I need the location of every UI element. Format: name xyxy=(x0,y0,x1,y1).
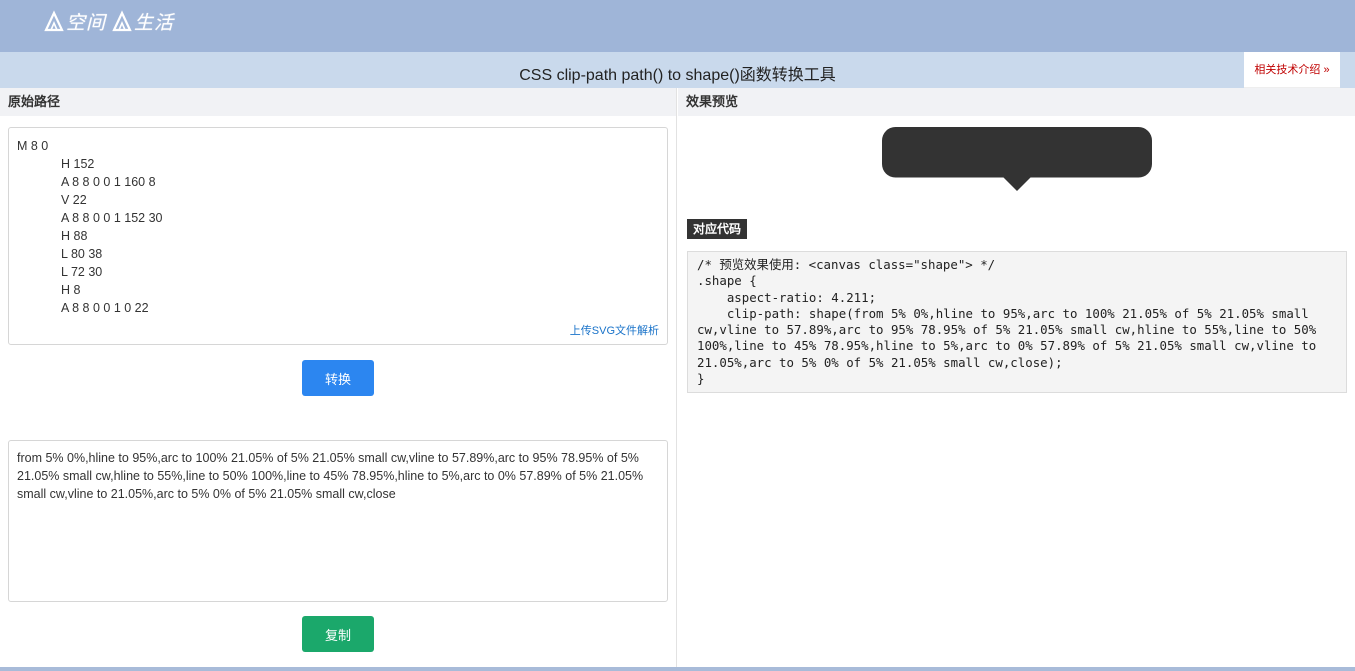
path-line: A 8 8 0 0 1 0 22 xyxy=(61,301,149,315)
logo-house-icon-2 xyxy=(112,10,132,32)
copy-button[interactable]: 复制 xyxy=(302,616,374,652)
page-title: CSS clip-path path() to shape()函数转换工具 xyxy=(519,67,836,84)
logo-text-1: 空间 xyxy=(66,11,107,34)
path-line: L 80 38 xyxy=(61,247,103,261)
top-bar: 空间 生活 xyxy=(0,0,1355,52)
convert-button[interactable]: 转换 xyxy=(302,360,374,396)
path-line: H 88 xyxy=(61,229,88,243)
path-line: M 8 0 xyxy=(17,139,49,153)
source-path-heading: 原始路径 xyxy=(0,88,676,116)
path-line: H 8 xyxy=(61,283,81,297)
code-label: 对应代码 xyxy=(687,219,748,239)
title-bar: CSS clip-path path() to shape()函数转换工具 相关… xyxy=(0,52,1355,88)
logo-text-2: 生活 xyxy=(134,11,175,34)
path-line: V 22 xyxy=(61,193,87,207)
shape-preview xyxy=(882,127,1152,191)
upload-svg-link[interactable]: 上传SVG文件解析 xyxy=(570,322,659,338)
path-input[interactable]: M 8 0 H 152 A 8 8 0 0 1 160 8 V 22 A 8 8 0 0… xyxy=(8,127,668,345)
preview-heading: 效果预览 xyxy=(678,88,1355,116)
tech-intro-link[interactable]: 相关技术介绍 » xyxy=(1244,52,1340,88)
left-panel: 原始路径 M 8 0 H 152 A 8 8 0 0 1 160 8 V 22 A 8 … xyxy=(0,88,677,668)
site-logo[interactable]: 空间 生活 xyxy=(44,8,174,34)
path-line: H 152 xyxy=(61,157,95,171)
right-panel: 效果预览 对应代码 /* 预览效果使用: <canvas class="shap… xyxy=(678,88,1355,668)
path-line: L 72 30 xyxy=(61,265,103,279)
shape-output-field[interactable]: from 5% 0%,hline to 95%,arc to 100% 21.0… xyxy=(8,440,668,602)
path-line: A 8 8 0 0 1 152 30 xyxy=(61,211,163,225)
tooltip-shape-preview xyxy=(882,127,1152,191)
path-line: A 8 8 0 0 1 160 8 xyxy=(61,175,156,189)
bottom-strip xyxy=(0,667,1355,671)
path-input-text: M 8 0 H 152 A 8 8 0 0 1 160 8 V 22 A 8 8 0 0… xyxy=(17,137,162,317)
logo-house-icon xyxy=(44,10,64,32)
css-code-block: /* 预览效果使用: <canvas class="shape"> */ .sh… xyxy=(687,251,1347,393)
